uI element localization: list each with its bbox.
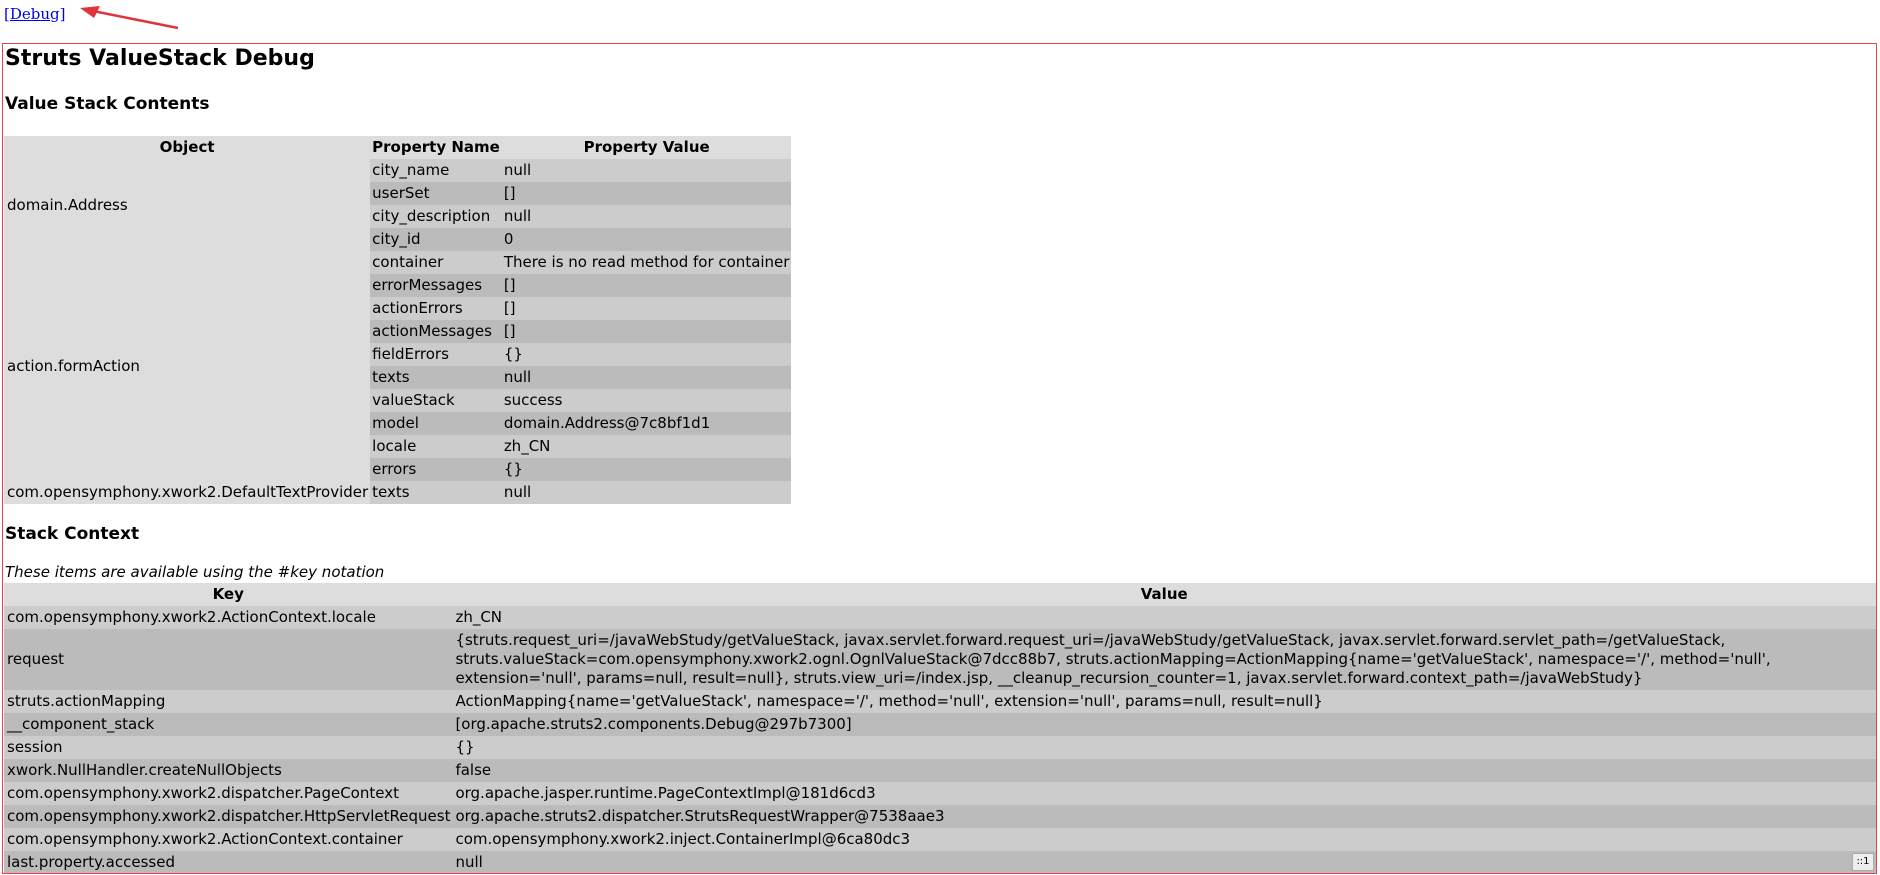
- context-key: com.opensymphony.xwork2.dispatcher.PageC…: [4, 782, 453, 805]
- context-value: null: [452, 851, 1876, 873]
- context-key: request: [4, 629, 453, 690]
- column-header-property-value: Property Value: [501, 136, 792, 159]
- context-row: com.opensymphony.xwork2.dispatcher.HttpS…: [4, 805, 1876, 828]
- property-name: userSet: [370, 182, 502, 205]
- property-name: city_description: [370, 205, 502, 228]
- value-stack-heading: Value Stack Contents: [5, 94, 210, 114]
- context-row: xwork.NullHandler.createNullObjects false: [4, 759, 1876, 782]
- property-name: errorMessages: [370, 274, 502, 297]
- corner-badge[interactable]: ::1: [1852, 853, 1874, 871]
- property-value: []: [501, 274, 792, 297]
- property-value: {}: [501, 458, 792, 481]
- property-value: zh_CN: [501, 435, 792, 458]
- context-row: request {struts.request_uri=/javaWebStudy…: [4, 629, 1876, 690]
- property-value: 0: [501, 228, 792, 251]
- property-name: errors: [370, 458, 502, 481]
- context-key: last.property.accessed: [4, 851, 453, 873]
- context-row: struts.actionMapping ActionMapping{name='…: [4, 690, 1876, 713]
- context-key: xwork.NullHandler.createNullObjects: [4, 759, 453, 782]
- context-value: org.apache.struts2.dispatcher.StrutsRequ…: [452, 805, 1876, 828]
- property-value: []: [501, 297, 792, 320]
- context-key: struts.actionMapping: [4, 690, 453, 713]
- stack-context-header-row: Key Value: [4, 583, 1876, 606]
- debug-panel: Struts ValueStack Debug Value Stack Cont…: [2, 43, 1877, 874]
- property-value: success: [501, 389, 792, 412]
- value-stack-body: domain.Address city_name null userSet[] city…: [4, 159, 792, 504]
- property-name: city_id: [370, 228, 502, 251]
- debug-link[interactable]: [Debug]: [4, 5, 65, 23]
- stack-context-heading: Stack Context: [5, 524, 140, 544]
- column-header-object: Object: [4, 136, 371, 159]
- stack-context-note: These items are available using the #key…: [5, 563, 385, 581]
- context-value: zh_CN: [452, 606, 1876, 629]
- context-row: session{}: [4, 736, 1876, 759]
- context-row: __component_stack [org.apache.struts2.com…: [4, 713, 1876, 736]
- context-key: com.opensymphony.xwork2.ActionContext.co…: [4, 828, 453, 851]
- property-row: com.opensymphony.xwork2.DefaultTextProvi…: [4, 481, 792, 504]
- value-stack-table: Object Property Name Property Value doma…: [4, 136, 792, 504]
- context-value: {struts.request_uri=/javaWebStudy/getVal…: [452, 629, 1876, 690]
- page-title: Struts ValueStack Debug: [5, 46, 315, 71]
- property-name: model: [370, 412, 502, 435]
- column-header-property-name: Property Name: [370, 136, 502, 159]
- context-key: __component_stack: [4, 713, 453, 736]
- stack-context-body: com.opensymphony.xwork2.ActionContext.lo…: [4, 606, 1876, 873]
- object-name: domain.Address: [4, 159, 371, 251]
- column-header-key: Key: [4, 583, 453, 606]
- property-name: valueStack: [370, 389, 502, 412]
- context-value: [org.apache.struts2.components.Debug@297…: [452, 713, 1876, 736]
- context-value: false: [452, 759, 1876, 782]
- property-value: null: [501, 205, 792, 228]
- object-name: com.opensymphony.xwork2.DefaultTextProvi…: [4, 481, 371, 504]
- context-row: com.opensymphony.xwork2.ActionContext.lo…: [4, 606, 1876, 629]
- property-name: container: [370, 251, 502, 274]
- context-row: com.opensymphony.xwork2.ActionContext.co…: [4, 828, 1876, 851]
- property-name: texts: [370, 366, 502, 389]
- context-value: {}: [452, 736, 1876, 759]
- context-value: org.apache.jasper.runtime.PageContextImp…: [452, 782, 1876, 805]
- object-name: action.formAction: [4, 251, 371, 481]
- property-row: domain.Address city_name null: [4, 159, 792, 251]
- property-value: null: [501, 481, 792, 504]
- property-row: action.formAction container There is no re…: [4, 251, 792, 481]
- property-value: There is no read method for container: [501, 251, 792, 274]
- property-name: locale: [370, 435, 502, 458]
- property-name: actionErrors: [370, 297, 502, 320]
- property-name: fieldErrors: [370, 343, 502, 366]
- property-name: city_name: [370, 159, 502, 182]
- context-row: last.property.accessed null: [4, 851, 1876, 873]
- context-value: ActionMapping{name='getValueStack', name…: [452, 690, 1876, 713]
- context-row: com.opensymphony.xwork2.dispatcher.PageC…: [4, 782, 1876, 805]
- annotation-arrow-icon: [80, 6, 179, 30]
- value-stack-header-row: Object Property Name Property Value: [4, 136, 792, 159]
- context-key: session: [4, 736, 453, 759]
- property-value: domain.Address@7c8bf1d1: [501, 412, 792, 435]
- column-header-value: Value: [452, 583, 1876, 606]
- property-value: []: [501, 182, 792, 205]
- context-key: com.opensymphony.xwork2.dispatcher.HttpS…: [4, 805, 453, 828]
- context-value: com.opensymphony.xwork2.inject.Container…: [452, 828, 1876, 851]
- property-name: actionMessages: [370, 320, 502, 343]
- property-value: null: [501, 366, 792, 389]
- property-value: null: [501, 159, 792, 182]
- property-value: []: [501, 320, 792, 343]
- property-name: texts: [370, 481, 502, 504]
- stack-context-table: Key Value com.opensymphony.xwork2.Action…: [4, 583, 1876, 873]
- property-value: {}: [501, 343, 792, 366]
- context-key: com.opensymphony.xwork2.ActionContext.lo…: [4, 606, 453, 629]
